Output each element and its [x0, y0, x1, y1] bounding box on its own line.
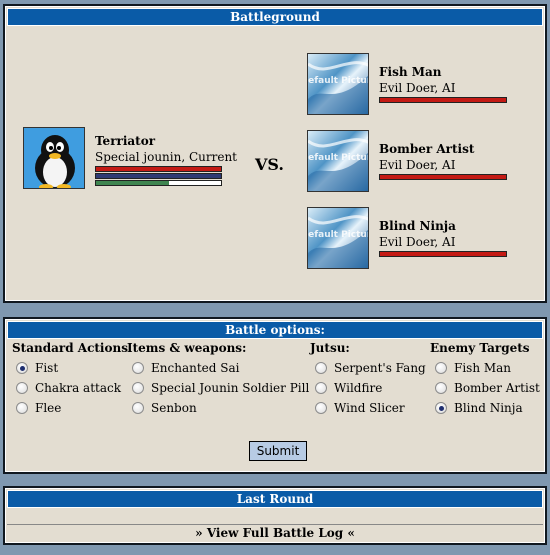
enemy-health-fill	[380, 252, 506, 256]
view-full-battle-log-link[interactable]: » View Full Battle Log «	[5, 526, 545, 540]
standard-actions-heading: Standard Actions	[12, 341, 128, 355]
battleground-header: Battleground	[7, 8, 543, 26]
player-stamina-fill	[96, 181, 169, 185]
avatar-text: Default Picture	[308, 76, 369, 86]
enemy-type: Evil Doer, AI	[379, 235, 456, 249]
last-round-content	[7, 509, 543, 525]
enemy-targets-heading: Enemy Targets	[430, 341, 530, 355]
last-round-panel: Last Round » View Full Battle Log «	[3, 486, 547, 545]
player-stamina-bar	[95, 180, 222, 186]
enemy-health-fill	[380, 98, 506, 102]
enemy-name: Blind Ninja	[379, 219, 456, 233]
items-weapons-heading: Items & weapons:	[127, 341, 247, 355]
enemy-name: Bomber Artist	[379, 142, 475, 156]
radio-button[interactable]	[435, 402, 447, 414]
radio-button[interactable]	[16, 382, 28, 394]
radio-button[interactable]	[132, 362, 144, 374]
avatar-text: Default Picture	[308, 230, 369, 240]
enemy-health-bar	[379, 97, 507, 103]
enemy-health-fill	[380, 175, 506, 179]
radio-button[interactable]	[132, 382, 144, 394]
player-health-fill	[96, 167, 221, 171]
battle-options-panel: Battle options: Standard Actions Fist Ch…	[3, 317, 547, 474]
enemy-type: Evil Doer, AI	[379, 81, 456, 95]
radio-button[interactable]	[315, 402, 327, 414]
radio-button[interactable]	[435, 382, 447, 394]
player-name: Terriator	[95, 134, 156, 148]
battleground-panel: Battleground Terriator Special jounin, C…	[3, 4, 547, 303]
radio-button[interactable]	[16, 402, 28, 414]
versus-label: VS.	[255, 155, 284, 174]
player-chakra-bar	[95, 173, 222, 179]
penguin-avatar-icon	[23, 127, 85, 189]
radio-button[interactable]	[16, 362, 28, 374]
jutsu-heading: Jutsu:	[310, 341, 350, 355]
enemy-name: Fish Man	[379, 65, 442, 79]
enemy-health-bar	[379, 174, 507, 180]
radio-button[interactable]	[315, 382, 327, 394]
default-picture-icon: Default Picture	[307, 207, 369, 269]
enemy-health-bar	[379, 251, 507, 257]
radio-button[interactable]	[315, 362, 327, 374]
default-picture-icon: Default Picture	[307, 53, 369, 115]
player-chakra-fill	[96, 174, 221, 178]
player-rank: Special jounin, Current	[95, 150, 238, 164]
player-health-bar	[95, 166, 222, 172]
last-round-header: Last Round	[7, 490, 543, 508]
radio-button[interactable]	[435, 362, 447, 374]
submit-button[interactable]: Submit	[249, 441, 307, 461]
avatar-text: Default Picture	[308, 153, 369, 163]
battle-options-header: Battle options:	[7, 321, 543, 339]
default-picture-icon: Default Picture	[307, 130, 369, 192]
radio-button[interactable]	[132, 402, 144, 414]
enemy-type: Evil Doer, AI	[379, 158, 456, 172]
